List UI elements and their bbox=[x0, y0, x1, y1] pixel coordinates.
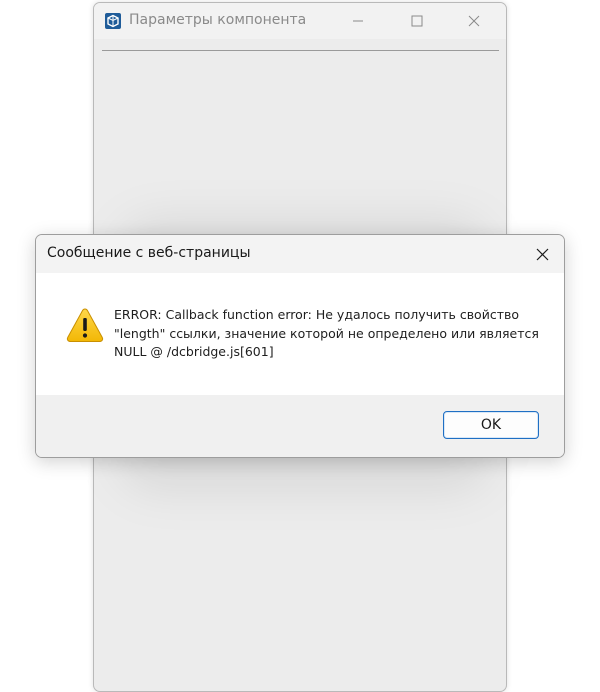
dialog-close-button[interactable] bbox=[526, 240, 558, 268]
window-titlebar: Параметры компонента bbox=[94, 3, 506, 39]
titlebar-divider bbox=[102, 50, 499, 51]
close-icon bbox=[536, 248, 548, 260]
maximize-button[interactable] bbox=[394, 7, 440, 35]
window-title: Параметры компонента bbox=[129, 12, 307, 28]
error-message: ERROR: Callback function error: Не удало… bbox=[114, 307, 539, 359]
dialog-body: ERROR: Callback function error: Не удало… bbox=[36, 273, 564, 395]
dialog-title: Сообщение с веб-страницы bbox=[47, 245, 251, 261]
warning-icon bbox=[66, 308, 104, 342]
minimize-button[interactable] bbox=[335, 7, 381, 35]
maximize-icon bbox=[411, 15, 423, 27]
desktop: Параметры компонента Сообщение с веб-стр… bbox=[0, 0, 600, 692]
dialog-titlebar: Сообщение с веб-страницы bbox=[36, 235, 564, 273]
message-dialog: Сообщение с веб-страницы ERROR: Callback… bbox=[35, 234, 565, 458]
sketchup-icon bbox=[105, 13, 121, 29]
window-close-button[interactable] bbox=[451, 7, 497, 35]
close-icon bbox=[468, 15, 480, 27]
ok-button[interactable]: OK bbox=[443, 411, 539, 439]
minimize-icon bbox=[353, 20, 363, 22]
dialog-footer: OK bbox=[36, 395, 564, 457]
